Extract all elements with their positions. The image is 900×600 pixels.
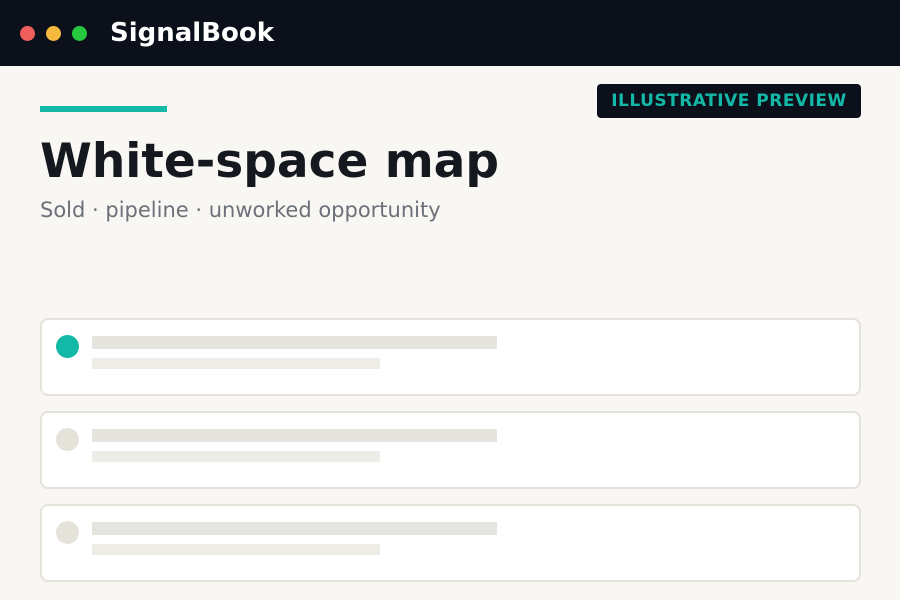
skeleton-title-line [92,336,497,349]
skeleton-title-line [92,429,497,442]
skeleton-subtitle-line [92,544,380,555]
close-window-dot-icon[interactable] [20,26,35,41]
status-dot-icon [56,521,79,544]
status-dot-icon [56,428,79,451]
list-item[interactable] [40,318,861,396]
maximize-window-dot-icon[interactable] [72,26,87,41]
skeleton-subtitle-line [92,358,380,369]
list-item[interactable] [40,411,861,489]
page-title: White-space map [40,134,500,189]
status-dot-icon [56,335,79,358]
minimize-window-dot-icon[interactable] [46,26,61,41]
window-titlebar: SignalBook [0,0,900,66]
app-title: SignalBook [110,18,275,48]
skeleton-title-line [92,522,497,535]
skeleton-subtitle-line [92,451,380,462]
accent-bar [40,106,167,112]
list-item[interactable] [40,504,861,582]
page-subtitle: Sold · pipeline · unworked opportunity [40,198,441,222]
illustrative-preview-badge: ILLUSTRATIVE PREVIEW [597,84,861,118]
